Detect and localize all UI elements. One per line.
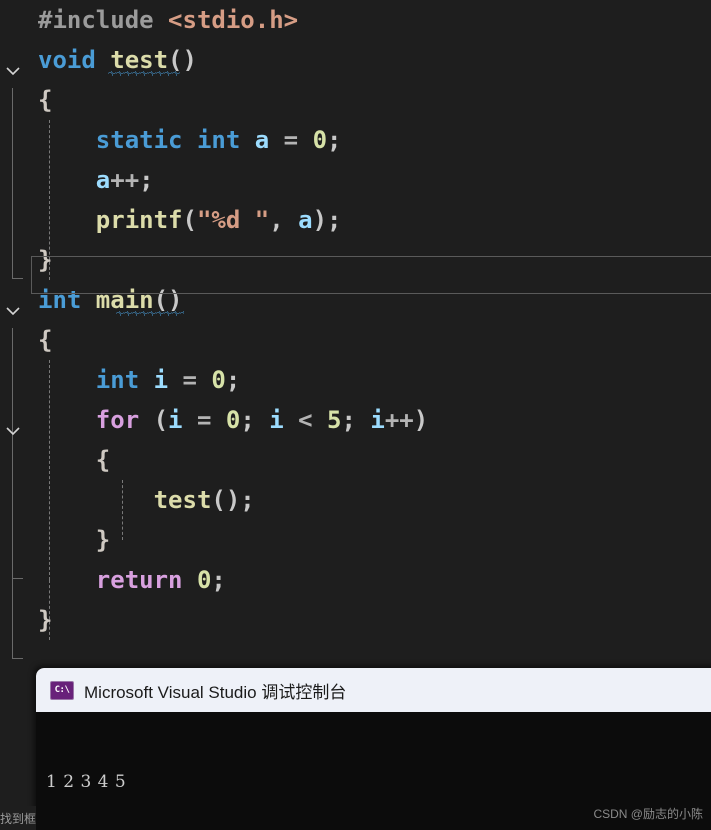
code-token: = — [168, 366, 212, 394]
code-token: } — [38, 606, 53, 634]
code-token: int — [38, 366, 154, 394]
code-token: ); — [312, 206, 342, 234]
code-line-test-open-brace-text: { — [38, 80, 52, 120]
code-token: ; — [341, 406, 371, 434]
code-token: (); — [211, 486, 255, 514]
code-line-for-loop-text: for (i = 0; i < 5; i++) — [38, 400, 428, 440]
code-token: 0 — [312, 126, 328, 154]
code-line-printf[interactable]: printf("%d ", a); — [0, 200, 711, 240]
code-token: a — [38, 166, 111, 194]
console-title: Microsoft Visual Studio 调试控制台 — [84, 682, 347, 702]
csdn-watermark: CSDN @励志的小陈 — [593, 807, 703, 821]
code-line-include-text: #include <stdio.h> — [38, 0, 298, 40]
code-line-main-open-brace-text: { — [38, 320, 52, 360]
console-titlebar[interactable]: C:\ Microsoft Visual Studio 调试控制台 — [36, 668, 711, 712]
code-token: static int — [38, 126, 255, 154]
code-line-include[interactable]: #include <stdio.h> — [0, 0, 711, 40]
code-line-for-open-brace[interactable]: { — [0, 440, 711, 480]
code-token: = — [269, 126, 313, 154]
code-line-static-int-a[interactable]: static int a = 0; — [0, 120, 711, 160]
code-token: ( — [182, 206, 197, 234]
code-token: i — [370, 406, 385, 434]
code-lines[interactable]: #include <stdio.h> void test() { static … — [0, 0, 711, 640]
error-squiggle-main — [116, 311, 184, 316]
code-token: ; — [139, 166, 154, 194]
code-token: { — [38, 446, 111, 474]
code-token: ++ — [110, 166, 140, 194]
console-output-line-1: 1 2 3 4 5 — [46, 772, 127, 792]
code-line-test-close-brace-text: } — [38, 240, 52, 280]
code-line-call-test[interactable]: test(); — [0, 480, 711, 520]
code-token: void — [38, 46, 111, 74]
code-line-return-text: return 0; — [38, 560, 226, 600]
error-squiggle-test — [108, 71, 180, 76]
code-token: a — [254, 126, 270, 154]
code-token: for — [38, 406, 154, 434]
code-line-call-test-text: test(); — [38, 480, 255, 520]
code-line-test-open-brace[interactable]: { — [0, 80, 711, 120]
code-line-a-increment[interactable]: a++; — [0, 160, 711, 200]
code-line-main-close-brace-text: } — [38, 600, 52, 640]
code-token: test — [38, 486, 212, 514]
code-token: 0 — [225, 406, 241, 434]
code-token: return — [38, 566, 197, 594]
code-token: { — [38, 86, 53, 114]
code-line-int-i-text: int i = 0; — [38, 360, 241, 400]
code-line-int-main[interactable]: int main() — [0, 280, 711, 320]
console-app-icon-label: C:\ — [54, 684, 70, 695]
code-token: ; — [225, 366, 241, 394]
code-line-test-close-brace[interactable]: } — [0, 240, 711, 280]
code-token: ; — [211, 566, 226, 594]
code-token: } — [38, 246, 53, 274]
code-token: i — [168, 406, 183, 434]
code-line-for-close-brace-text: } — [38, 520, 110, 560]
code-token: ) — [413, 406, 429, 434]
code-line-for-open-brace-text: { — [38, 440, 110, 480]
code-token: { — [38, 326, 53, 354]
code-token: i — [153, 366, 169, 394]
code-line-int-i[interactable]: int i = 0; — [0, 360, 711, 400]
code-token: main — [95, 286, 154, 314]
code-token: test — [110, 46, 169, 74]
code-line-main-close-brace[interactable]: } — [0, 600, 711, 640]
code-token: 0 — [196, 566, 212, 594]
code-token: ( — [153, 406, 169, 434]
code-line-a-increment-text: a++; — [38, 160, 154, 200]
code-token: printf — [38, 206, 183, 234]
status-bar-clipped: 找到框 — [0, 806, 36, 830]
code-token: "%d " — [196, 206, 270, 234]
code-token: ; — [240, 406, 270, 434]
code-token: () — [168, 46, 197, 74]
code-token: <stdio.h> — [168, 6, 299, 34]
code-token: } — [38, 526, 111, 554]
code-line-for-loop[interactable]: for (i = 0; i < 5; i++) — [0, 400, 711, 440]
code-line-return[interactable]: return 0; — [0, 560, 711, 600]
code-token: i — [269, 406, 284, 434]
console-app-icon: C:\ — [50, 680, 74, 700]
code-line-static-int-a-text: static int a = 0; — [38, 120, 342, 160]
code-token: ++ — [384, 406, 414, 434]
code-token: ; — [327, 126, 342, 154]
code-token: < — [283, 406, 328, 434]
code-line-main-open-brace[interactable]: { — [0, 320, 711, 360]
code-line-for-close-brace[interactable]: } — [0, 520, 711, 560]
code-token: 5 — [327, 406, 342, 434]
code-token: 0 — [211, 366, 226, 394]
code-token: = — [182, 406, 226, 434]
code-line-void-test[interactable]: void test() — [0, 40, 711, 80]
status-bar-clipped-text: 找到框 — [0, 812, 36, 826]
code-token: #include — [38, 6, 169, 34]
code-token: int — [38, 286, 96, 314]
code-line-printf-text: printf("%d ", a); — [38, 200, 342, 240]
code-token: () — [153, 286, 183, 314]
code-token: , — [269, 206, 299, 234]
code-token: a — [298, 206, 313, 234]
